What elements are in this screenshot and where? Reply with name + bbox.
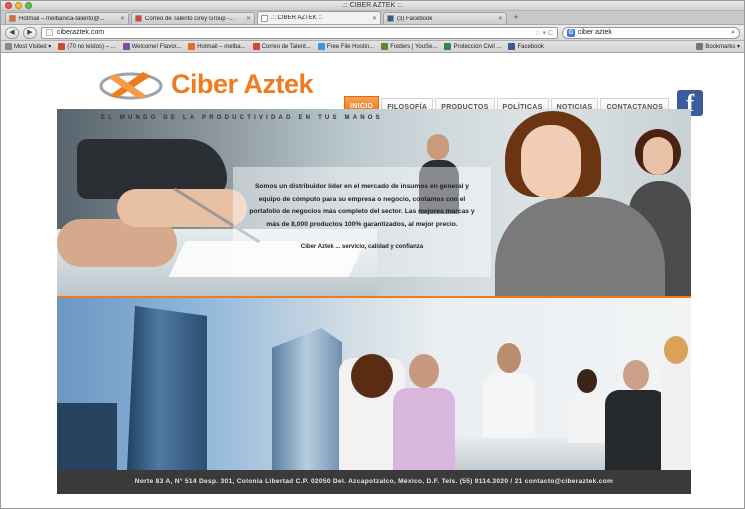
address-bar[interactable]: ciberaztek.com ☆ ▾ C — [41, 26, 558, 39]
bookmark-most-visited[interactable]: Most Visited ▾ — [5, 43, 51, 50]
close-tab-icon[interactable]: ✕ — [246, 15, 251, 22]
site-identity-icon — [46, 29, 53, 36]
hotmail-icon — [9, 15, 16, 22]
search-value[interactable]: ciber aztek — [578, 29, 728, 36]
hotmail-icon — [188, 43, 196, 50]
gmail-icon — [252, 43, 260, 50]
tab-bar: Hotmail – melbanica-talento@... ✕ Correo… — [1, 11, 744, 25]
person-image — [393, 354, 455, 470]
tab-hotmail[interactable]: Hotmail – melbanica-talento@... ✕ — [5, 12, 129, 24]
bookmark-correo-talento[interactable]: Correo de Talent... — [252, 43, 311, 50]
tagline: EL MUNDO DE LA PRODUCTIVIDAD EN TUS MANO… — [101, 115, 383, 121]
bookmark-proteccion-civil[interactable]: Protección Civil ... — [444, 43, 501, 50]
building-image — [127, 306, 207, 470]
bookmark-flavor[interactable]: Welcome! Flavor... — [122, 43, 181, 50]
url-text[interactable]: ciberaztek.com — [57, 29, 530, 36]
new-tab-button[interactable]: + — [509, 12, 523, 24]
tab-correo-talento[interactable]: Correo de Talento Grey Group -... ✕ — [131, 12, 255, 24]
slogan-text: Ciber Aztek ... servicio, calidad y conf… — [300, 244, 424, 250]
logo-swoosh-icon — [97, 66, 165, 102]
close-tab-icon[interactable]: ✕ — [372, 15, 377, 22]
web-page: Ciber Aztek INICIO FILOSOFÍA PRODUCTOS P… — [1, 54, 744, 508]
tab-facebook[interactable]: (3) Facebook ✕ — [383, 12, 507, 24]
title-bar: .:: CIBER AZTEK ::. — [1, 1, 744, 11]
search-input[interactable]: G ciber aztek ⌕ — [562, 26, 740, 39]
cloud-icon — [317, 43, 325, 50]
gmail-icon — [135, 15, 142, 22]
building-image — [57, 403, 117, 470]
bookmarks-icon — [696, 43, 704, 50]
page-icon — [261, 14, 268, 22]
office-banner — [57, 298, 691, 470]
bookmark-facebook[interactable]: Facebook — [508, 43, 544, 50]
site-footer: Norte 83 A, N° 514 Desp. 301, Colonia Li… — [57, 470, 691, 494]
bookmarks-menu[interactable]: Bookmarks ▾ — [696, 43, 740, 50]
bookmark-file-hosting[interactable]: Free File Hostin... — [317, 43, 374, 50]
hero-banner: EL MUNDO DE LA PRODUCTIVIDAD EN TUS MANO… — [57, 109, 691, 296]
google-icon[interactable]: G — [567, 28, 575, 37]
shield-icon — [444, 43, 452, 50]
facebook-icon — [508, 43, 516, 50]
person-image — [567, 369, 607, 443]
flavor-icon — [122, 43, 130, 50]
ciber-aztek-site: Ciber Aztek INICIO FILOSOFÍA PRODUCTOS P… — [57, 54, 704, 494]
facebook-icon — [387, 15, 394, 22]
person-image — [661, 336, 691, 470]
intro-text: Somos un distribuidor líder en el mercad… — [249, 183, 475, 228]
browser-window: .:: CIBER AZTEK ::. Hotmail – melbanica-… — [0, 0, 745, 509]
woman-portrait-image — [495, 109, 665, 296]
forward-button[interactable]: ▶ — [23, 26, 37, 39]
close-tab-icon[interactable]: ✕ — [120, 15, 125, 22]
person-image — [483, 343, 535, 438]
window-title: .:: CIBER AZTEK ::. — [341, 2, 404, 9]
search-icon[interactable]: ⌕ — [731, 29, 735, 37]
bookmark-star-icon[interactable]: ☆ ▾ C — [534, 29, 553, 37]
bookmark-folders[interactable]: Folders | YouSe... — [381, 43, 437, 50]
back-button[interactable]: ◀ — [5, 26, 19, 39]
person-image — [605, 360, 667, 470]
close-tab-icon[interactable]: ✕ — [498, 15, 503, 22]
bookmark-icon — [5, 43, 12, 50]
building-image — [272, 328, 342, 470]
folder-icon — [381, 43, 389, 50]
bookmarks-toolbar: Most Visited ▾ (70 no leídos) – ... Welc… — [1, 41, 744, 53]
bookmark-hotmail[interactable]: Hotmail – melba... — [188, 43, 246, 50]
navigation-toolbar: ◀ ▶ ciberaztek.com ☆ ▾ C G ciber aztek ⌕ — [1, 25, 744, 41]
site-logo[interactable]: Ciber Aztek — [97, 66, 314, 102]
gmail-icon — [58, 43, 66, 50]
brand-name: Ciber Aztek — [171, 68, 314, 99]
tab-ciber-aztek[interactable]: .:: CIBER AZTEK ::. ✕ — [257, 11, 381, 24]
bookmark-gmail[interactable]: (70 no leídos) – ... — [58, 43, 116, 50]
intro-box: Somos un distribuidor líder en el mercad… — [233, 167, 491, 277]
